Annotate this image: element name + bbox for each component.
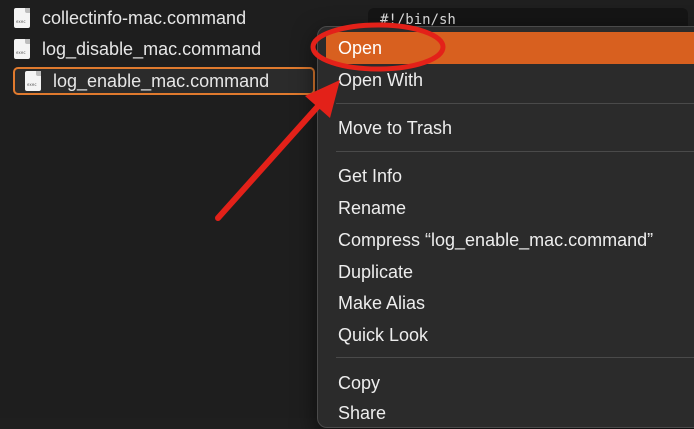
file-name: log_disable_mac.command bbox=[42, 38, 262, 59]
menu-separator bbox=[336, 151, 694, 152]
file-list: exec collectinfo-mac.command exec log_di… bbox=[0, 0, 330, 418]
menu-item-label: Quick Look bbox=[338, 324, 429, 345]
file-name: collectinfo-mac.command bbox=[42, 7, 247, 28]
file-item-log-enable[interactable]: exec log_enable_mac.command bbox=[13, 67, 315, 95]
menu-item-label: Duplicate bbox=[338, 261, 414, 282]
menu-item-compress[interactable]: Compress “log_enable_mac.command” bbox=[326, 224, 694, 256]
menu-item-rename[interactable]: Rename bbox=[326, 192, 694, 224]
menu-item-label: Get Info bbox=[338, 165, 403, 186]
menu-item-get-info[interactable]: Get Info bbox=[326, 160, 694, 192]
menu-item-copy[interactable]: Copy bbox=[326, 367, 694, 399]
menu-item-move-to-trash[interactable]: Move to Trash bbox=[326, 112, 694, 144]
menu-item-label: Rename bbox=[338, 197, 407, 218]
menu-item-label: Compress “log_enable_mac.command” bbox=[338, 229, 654, 250]
menu-item-quick-look[interactable]: Quick Look bbox=[326, 319, 694, 351]
menu-separator bbox=[336, 357, 694, 358]
menu-item-label: Open bbox=[338, 37, 383, 58]
file-name: log_enable_mac.command bbox=[53, 70, 270, 91]
menu-item-label: Open With bbox=[338, 69, 424, 90]
menu-item-open-with[interactable]: Open With bbox=[326, 64, 694, 96]
menu-separator bbox=[336, 103, 694, 104]
menu-item-label: Make Alias bbox=[338, 292, 426, 313]
menu-item-make-alias[interactable]: Make Alias bbox=[326, 287, 694, 319]
command-file-icon: exec bbox=[14, 39, 30, 59]
menu-item-duplicate[interactable]: Duplicate bbox=[326, 256, 694, 288]
menu-item-label: Copy bbox=[338, 372, 381, 393]
file-item-collectinfo[interactable]: exec collectinfo-mac.command bbox=[14, 4, 246, 32]
menu-item-share[interactable]: Share bbox=[326, 397, 694, 429]
menu-item-label: Share bbox=[338, 402, 387, 423]
menu-item-label: Move to Trash bbox=[338, 117, 453, 138]
command-file-icon: exec bbox=[14, 8, 30, 28]
menu-item-open[interactable]: Open bbox=[326, 32, 694, 64]
context-menu: Open Open With Move to Trash Get Info Re… bbox=[317, 26, 694, 428]
command-file-icon: exec bbox=[25, 71, 41, 91]
file-item-log-disable[interactable]: exec log_disable_mac.command bbox=[14, 35, 261, 63]
